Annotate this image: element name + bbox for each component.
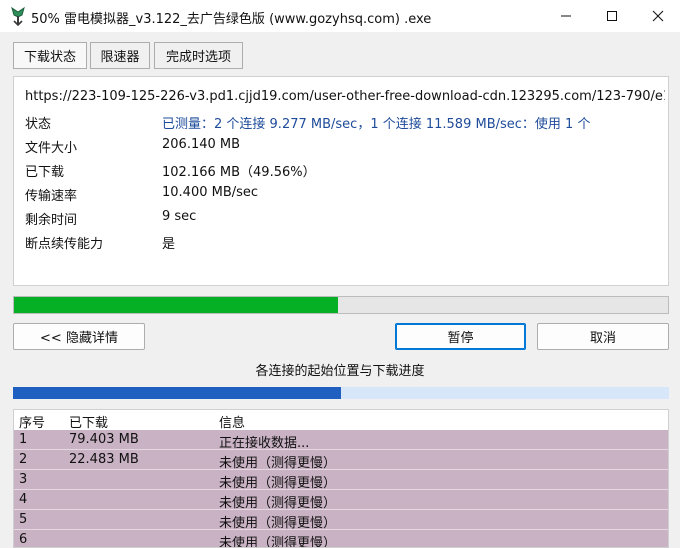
close-icon: [652, 10, 664, 22]
column-header-downloaded: 已下载: [69, 416, 109, 431]
downloaded-value: 102.166 MB（49.56%）: [162, 165, 316, 180]
row-index: 2: [19, 452, 28, 467]
row-info: 未使用（测得更慢）: [219, 516, 337, 531]
transfer-rate-label: 传输速率: [25, 189, 78, 204]
row-index: 3: [19, 472, 28, 487]
table-row[interactable]: 2 22.483 MB 未使用（测得更慢）: [14, 450, 668, 471]
table-row[interactable]: 3 未使用（测得更慢）: [14, 470, 668, 491]
tab-download-status[interactable]: 下载状态: [13, 42, 87, 69]
download-url: https://223-109-125-226-v3.pd1.cjjd19.co…: [25, 89, 665, 104]
row-index: 6: [19, 532, 28, 547]
row-info: 未使用（测得更慢）: [219, 456, 337, 471]
minimize-icon: [561, 15, 571, 17]
row-info: 正在接收数据...: [219, 436, 310, 451]
pause-button[interactable]: 暂停: [395, 323, 526, 350]
tab-on-completion[interactable]: 完成时选项: [154, 42, 243, 69]
time-left-value: 9 sec: [162, 209, 197, 224]
minimize-button[interactable]: [543, 0, 589, 32]
resume-capability-label: 断点续传能力: [25, 237, 104, 252]
row-index: 4: [19, 492, 28, 507]
table-row[interactable]: 4 未使用（测得更慢）: [14, 490, 668, 511]
download-info-panel: https://223-109-125-226-v3.pd1.cjjd19.co…: [13, 76, 669, 286]
file-size-label: 文件大小: [25, 141, 78, 156]
table-header: 序号 已下载 信息: [14, 410, 668, 431]
maximize-icon: [607, 11, 617, 21]
transfer-rate-value: 10.400 MB/sec: [162, 185, 259, 200]
download-progress-bar: [13, 296, 669, 314]
column-header-info: 信息: [219, 416, 246, 431]
file-size-value: 206.140 MB: [162, 137, 241, 152]
table-row[interactable]: 6 未使用（测得更慢）: [14, 530, 668, 548]
tab-speed-limiter[interactable]: 限速器: [90, 42, 150, 69]
tulip-download-icon: [11, 6, 25, 26]
time-left-label: 剩余时间: [25, 213, 78, 228]
maximize-button[interactable]: [589, 0, 635, 32]
connections-table: 序号 已下载 信息 1 79.403 MB 正在接收数据... 2 22.483 MB 未…: [13, 409, 669, 548]
row-downloaded: 79.403 MB: [69, 432, 139, 447]
row-index: 5: [19, 512, 28, 527]
resume-capability-value: 是: [162, 237, 176, 252]
close-button[interactable]: [635, 0, 680, 32]
connections-title: 各连接的起始位置与下载进度: [255, 364, 425, 379]
hide-details-button[interactable]: << 隐藏详情: [13, 323, 145, 350]
window-title: 50% 雷电模拟器_v3.122_去广告绿色版 (www.gozyhsq.com…: [31, 12, 432, 27]
row-info: 未使用（测得更慢）: [219, 496, 337, 511]
status-label: 状态: [25, 117, 52, 132]
row-info: 未使用（测得更慢）: [219, 476, 337, 491]
downloaded-label: 已下载: [25, 165, 65, 180]
table-row[interactable]: 1 79.403 MB 正在接收数据...: [14, 430, 668, 451]
connection-segment: [341, 387, 669, 399]
row-info: 未使用（测得更慢）: [219, 536, 337, 548]
download-progress-fill: [14, 297, 339, 313]
connection-progress-bar: [13, 387, 669, 399]
title-bar: 50% 雷电模拟器_v3.122_去广告绿色版 (www.gozyhsq.com…: [0, 0, 680, 32]
column-header-index: 序号: [19, 416, 46, 431]
table-row[interactable]: 5 未使用（测得更慢）: [14, 510, 668, 531]
status-value: 已测量：2 个连接 9.277 MB/sec，1 个连接 11.589 MB/s…: [162, 117, 591, 132]
connection-segment: [13, 387, 341, 399]
row-index: 1: [19, 432, 28, 447]
cancel-button[interactable]: 取消: [537, 323, 669, 350]
row-downloaded: 22.483 MB: [69, 452, 139, 467]
